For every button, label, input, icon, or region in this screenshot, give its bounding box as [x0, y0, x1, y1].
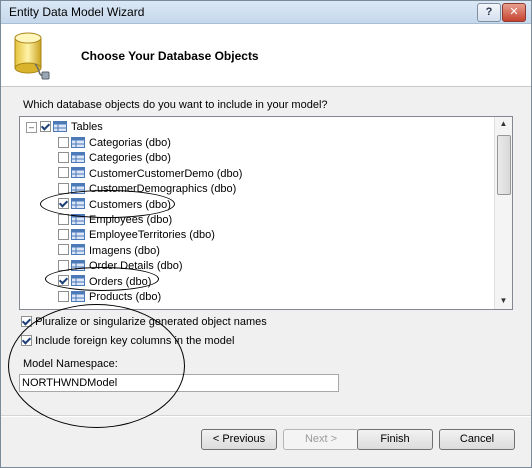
- close-button[interactable]: ✕: [502, 3, 526, 22]
- tables-folder-icon: [51, 120, 71, 133]
- foreign-keys-label: Include foreign key columns in the model: [35, 335, 235, 347]
- tree-item[interactable]: Categorias (dbo): [58, 135, 171, 151]
- namespace-input[interactable]: [19, 374, 339, 392]
- table-label: Categorias (dbo): [89, 137, 171, 149]
- tree-item[interactable]: Categories (dbo): [58, 150, 171, 166]
- database-icon: [11, 30, 51, 85]
- namespace-label: Model Namespace:: [23, 358, 118, 370]
- table-icon: [69, 167, 89, 180]
- wizard-header: Choose Your Database Objects: [1, 24, 531, 87]
- table-checkbox[interactable]: [58, 182, 69, 194]
- title-bar: Entity Data Model Wizard ? ✕: [1, 1, 531, 24]
- table-label: Products (dbo): [89, 291, 162, 303]
- table-checkbox[interactable]: [58, 275, 69, 287]
- window-title: Entity Data Model Wizard: [9, 5, 145, 19]
- tree-item[interactable]: Customers (dbo): [58, 197, 171, 213]
- tree-item[interactable]: Orders (dbo): [58, 274, 151, 290]
- tree-item[interactable]: Products (dbo): [58, 289, 161, 305]
- scrollbar-thumb[interactable]: [497, 135, 511, 195]
- previous-button[interactable]: < Previous: [201, 429, 277, 450]
- objects-prompt: Which database objects do you want to in…: [23, 99, 328, 111]
- table-label: Employees (dbo): [89, 214, 173, 226]
- table-label: EmployeeTerritories (dbo): [89, 229, 215, 242]
- tables-label: Tables: [71, 121, 103, 133]
- scroll-up-arrow-icon[interactable]: ▲: [498, 118, 509, 130]
- next-button[interactable]: Next >: [283, 429, 359, 450]
- table-icon: [69, 151, 89, 164]
- table-icon: [69, 228, 89, 241]
- wizard-window: Entity Data Model Wizard ? ✕ Choose Your…: [0, 0, 532, 468]
- table-label: Orders (dbo): [89, 275, 152, 288]
- pluralize-checkbox[interactable]: [21, 315, 32, 327]
- tree-content: – Tables Categorias (dbo) Categories (dbo) C…: [20, 117, 494, 309]
- tree-item[interactable]: CustomerDemographics (dbo): [58, 181, 236, 197]
- table-checkbox[interactable]: [58, 290, 69, 302]
- tree-item[interactable]: Imagens (dbo): [58, 243, 160, 259]
- pluralize-option[interactable]: Pluralize or singularize generated objec…: [21, 315, 267, 328]
- table-icon: [69, 198, 89, 211]
- tree-item[interactable]: EmployeeTerritories (dbo): [58, 227, 215, 243]
- tree-root-tables[interactable]: – Tables: [26, 119, 103, 135]
- tree-item[interactable]: CustomerCustomerDemo (dbo): [58, 166, 242, 182]
- table-icon: [69, 259, 89, 272]
- table-checkbox[interactable]: [58, 259, 69, 271]
- table-icon: [69, 275, 89, 288]
- table-checkbox[interactable]: [58, 213, 69, 225]
- footer-separator: [1, 415, 531, 417]
- table-checkbox[interactable]: [58, 228, 69, 240]
- help-button[interactable]: ?: [477, 3, 501, 22]
- tree-item[interactable]: Employees (dbo): [58, 212, 172, 228]
- table-icon: [69, 244, 89, 257]
- pluralize-label: Pluralize or singularize generated objec…: [35, 316, 267, 328]
- foreign-keys-checkbox[interactable]: [21, 334, 32, 346]
- table-label: CustomerCustomerDemo (dbo): [89, 167, 243, 180]
- table-checkbox[interactable]: [58, 167, 69, 179]
- table-checkbox[interactable]: [58, 136, 69, 148]
- foreign-keys-option[interactable]: Include foreign key columns in the model: [21, 334, 235, 347]
- table-label: CustomerDemographics (dbo): [89, 183, 237, 196]
- table-label: Order Details (dbo): [89, 260, 183, 273]
- tables-checkbox[interactable]: [40, 120, 51, 132]
- table-checkbox[interactable]: [58, 244, 69, 256]
- finish-button[interactable]: Finish: [357, 429, 433, 450]
- cancel-button[interactable]: Cancel: [439, 429, 515, 450]
- tree-item[interactable]: Order Details (dbo): [58, 258, 183, 274]
- table-icon: [69, 182, 89, 195]
- table-checkbox[interactable]: [58, 198, 69, 210]
- vertical-scrollbar[interactable]: ▲ ▼: [494, 117, 512, 309]
- table-icon: [69, 290, 89, 303]
- page-title: Choose Your Database Objects: [81, 49, 259, 63]
- scroll-down-arrow-icon[interactable]: ▼: [498, 295, 509, 307]
- table-label: Customers (dbo): [89, 198, 171, 211]
- table-label: Categories (dbo): [89, 152, 171, 165]
- collapse-icon[interactable]: –: [26, 121, 37, 133]
- database-objects-tree[interactable]: – Tables Categorias (dbo) Categories (dbo) C…: [19, 116, 513, 310]
- table-label: Imagens (dbo): [89, 244, 160, 257]
- table-checkbox[interactable]: [58, 151, 69, 163]
- table-icon: [69, 213, 89, 226]
- table-icon: [69, 136, 89, 149]
